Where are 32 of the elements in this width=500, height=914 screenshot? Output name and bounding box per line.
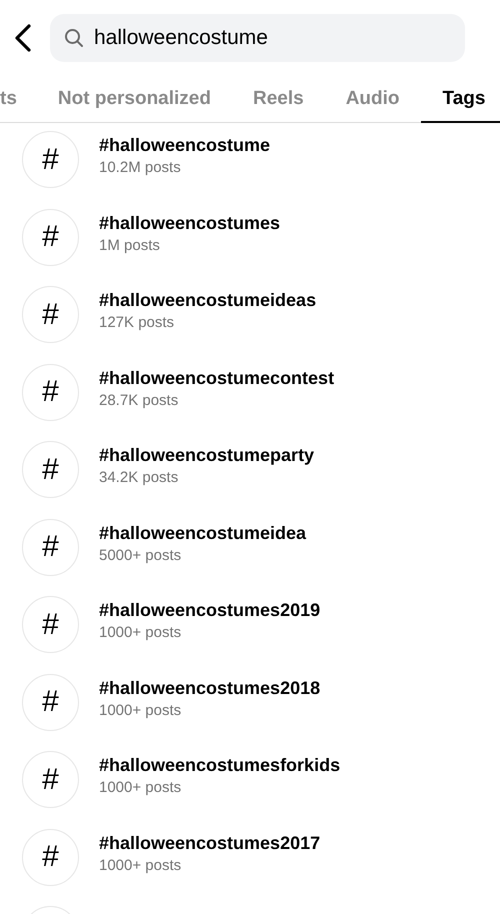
hashtag-icon: # xyxy=(22,364,79,421)
hashtag-icon: # xyxy=(22,518,79,576)
post-count: 28.7K posts xyxy=(99,392,180,409)
hashtag-name[interactable]: #halloweencostumes2019 xyxy=(99,600,320,622)
hashtag-name[interactable]: #halloweencostumeparty xyxy=(99,445,314,466)
post-count: 5000+ posts xyxy=(99,546,182,564)
hashtag-icon: # xyxy=(22,828,79,886)
post-count: 1000+ posts xyxy=(99,779,182,796)
post-count: 10.2M posts xyxy=(99,159,182,176)
hashtag-name[interactable]: #halloweencostumes xyxy=(99,212,280,234)
post-count: 1000+ posts xyxy=(99,624,182,642)
hashtag-name[interactable]: #halloweencostumes2017 xyxy=(99,832,320,854)
hashtag-icon: # xyxy=(22,596,79,654)
post-count: 1000+ posts xyxy=(99,702,182,719)
hashtag-name[interactable]: #halloweencostumecontest xyxy=(99,368,334,389)
hashtag-icon: # xyxy=(22,441,79,498)
search-field[interactable]: halloweencostume xyxy=(50,14,465,62)
post-count: 1000+ posts xyxy=(99,856,182,874)
hashtag-icon: # xyxy=(22,286,79,344)
hashtag-icon: # xyxy=(22,208,79,266)
post-count: 34.2K posts xyxy=(99,469,180,486)
hashtag-icon: # xyxy=(22,674,79,731)
hashtag-name[interactable]: #halloweencostumesforkids xyxy=(99,755,340,776)
tab[interactable]: Tags xyxy=(420,76,500,123)
hashtag-name[interactable]: #halloweencostumeideas xyxy=(99,290,316,312)
hashtag-icon: # xyxy=(22,751,79,808)
post-count: 127K posts xyxy=(99,314,176,332)
hashtag-icon: # xyxy=(22,131,79,188)
hashtag-name[interactable]: #halloweencostumeidea xyxy=(99,522,306,544)
hashtag-name[interactable]: #halloweencostume xyxy=(99,135,270,156)
post-count: 1M posts xyxy=(99,236,161,254)
hashtag-name[interactable]: #halloweencostumes2018 xyxy=(99,678,320,699)
